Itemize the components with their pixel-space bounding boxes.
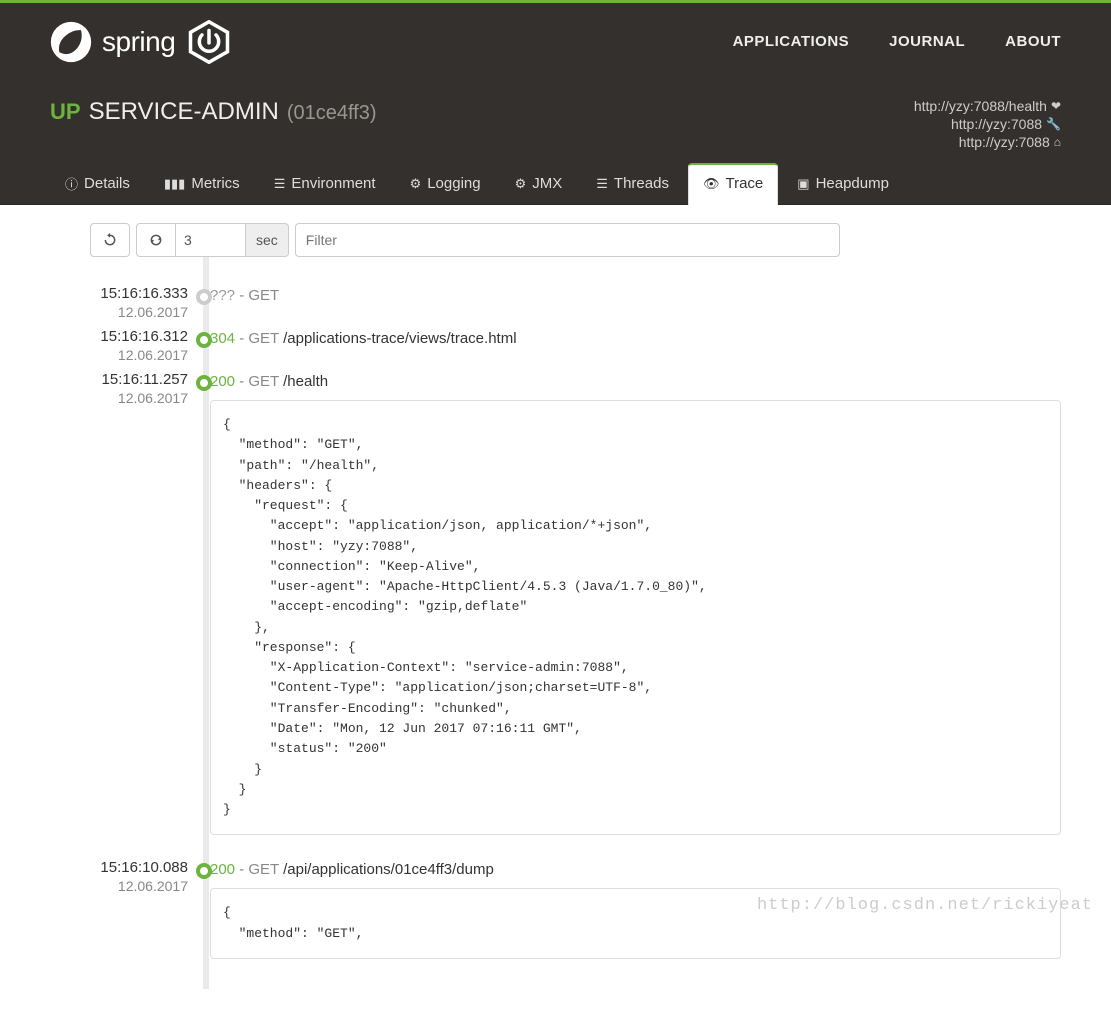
content: sec 15:16:16.33312.06.2017??? - GET15:16… bbox=[0, 205, 1111, 1015]
trace-path: /applications-trace/views/trace.html bbox=[283, 330, 516, 347]
trace-time: 15:16:11.257 bbox=[88, 371, 188, 388]
tab-details[interactable]: ⓘDetails bbox=[50, 163, 145, 205]
timeline-dot bbox=[196, 332, 212, 348]
trace-status: 200 bbox=[210, 373, 235, 390]
trace-time: 15:16:16.312 bbox=[88, 328, 188, 345]
trace-date: 12.06.2017 bbox=[88, 878, 188, 894]
threads-icon: ☰ bbox=[596, 176, 608, 192]
controls: sec bbox=[90, 223, 1061, 257]
cubes-icon: ▣ bbox=[797, 176, 809, 192]
trace-summary[interactable]: 304 - GET /applications-trace/views/trac… bbox=[210, 330, 1061, 347]
service-line: UP SERVICE-ADMIN (01ce4ff3) bbox=[50, 98, 377, 126]
url-service[interactable]: http://yzy:7088 🔧 bbox=[914, 116, 1061, 132]
tab-threads[interactable]: ☰Threads bbox=[581, 163, 684, 205]
url-health[interactable]: http://yzy:7088/health ❤ bbox=[914, 98, 1061, 114]
trace-method: - GET bbox=[235, 287, 279, 304]
trace-method: - GET bbox=[235, 373, 279, 390]
wrench-icon: 🔧 bbox=[1046, 117, 1061, 131]
trace-entry: 15:16:16.31212.06.2017304 - GET /applica… bbox=[210, 330, 1061, 347]
tab-environment[interactable]: ☰Environment bbox=[259, 163, 391, 205]
power-icon bbox=[187, 20, 231, 64]
trace-path: /health bbox=[283, 373, 328, 390]
logo-section: spring bbox=[50, 20, 231, 64]
instance-urls: http://yzy:7088/health ❤ http://yzy:7088… bbox=[914, 98, 1061, 152]
timeline: 15:16:16.33312.06.2017??? - GET15:16:16.… bbox=[90, 287, 1061, 959]
tab-metrics[interactable]: ▮▮▮Metrics bbox=[149, 163, 255, 205]
time-col: 15:16:16.312 12.06.2017 bbox=[88, 328, 188, 363]
top-bar: spring APPLICATIONS JOURNAL ABOUT bbox=[0, 3, 1111, 80]
trace-summary[interactable]: 200 - GET /api/applications/01ce4ff3/dum… bbox=[210, 861, 1061, 878]
watermark: http://blog.csdn.net/rickiyeat bbox=[757, 896, 1093, 915]
power-button[interactable] bbox=[187, 20, 231, 64]
service-id: (01ce4ff3) bbox=[287, 102, 377, 125]
tab-heapdump[interactable]: ▣Heapdump bbox=[782, 163, 904, 205]
nav-journal[interactable]: JOURNAL bbox=[889, 33, 965, 50]
nav-links: APPLICATIONS JOURNAL ABOUT bbox=[733, 33, 1061, 50]
trace-detail: { "method": "GET", "path": "/health", "h… bbox=[210, 400, 1061, 835]
time-col: 15:16:16.333 12.06.2017 bbox=[88, 285, 188, 320]
timeline-dot bbox=[196, 375, 212, 391]
trace-summary[interactable]: 200 - GET /health bbox=[210, 373, 1061, 390]
trace-summary[interactable]: ??? - GET bbox=[210, 287, 1061, 304]
trace-path: /api/applications/01ce4ff3/dump bbox=[283, 861, 494, 878]
bar-chart-icon: ▮▮▮ bbox=[164, 176, 185, 192]
filter-input[interactable] bbox=[295, 223, 840, 257]
cogs-icon: ⚙ bbox=[515, 176, 527, 192]
trace-date: 12.06.2017 bbox=[88, 347, 188, 363]
nav-applications[interactable]: APPLICATIONS bbox=[733, 33, 850, 50]
list-icon: ☰ bbox=[274, 176, 286, 192]
spring-logo[interactable]: spring bbox=[50, 21, 175, 63]
time-col: 15:16:11.257 12.06.2017 bbox=[88, 371, 188, 406]
auto-refresh-button[interactable] bbox=[136, 223, 176, 257]
trace-date: 12.06.2017 bbox=[88, 304, 188, 320]
trace-method: - GET bbox=[235, 861, 279, 878]
trace-status: 200 bbox=[210, 861, 235, 878]
info-icon: ⓘ bbox=[65, 174, 78, 193]
eye-icon: 👁 bbox=[703, 176, 720, 192]
trace-entry: 15:16:11.25712.06.2017200 - GET /health{… bbox=[210, 373, 1061, 835]
trace-status: 304 bbox=[210, 330, 235, 347]
sec-label: sec bbox=[246, 223, 289, 257]
service-name: SERVICE-ADMIN bbox=[89, 98, 279, 126]
sync-icon bbox=[149, 233, 163, 247]
refresh-button[interactable] bbox=[90, 223, 130, 257]
spring-leaf-icon bbox=[50, 21, 92, 63]
refresh-icon bbox=[103, 233, 117, 247]
tab-trace[interactable]: 👁Trace bbox=[688, 163, 778, 205]
trace-time: 15:16:16.333 bbox=[88, 285, 188, 302]
tab-bar: ⓘDetails ▮▮▮Metrics ☰Environment ⚙Loggin… bbox=[0, 162, 1111, 205]
trace-method: - GET bbox=[235, 330, 279, 347]
instance-header: UP SERVICE-ADMIN (01ce4ff3) http://yzy:7… bbox=[0, 80, 1111, 162]
tab-logging[interactable]: ⚙Logging bbox=[395, 163, 496, 205]
trace-time: 15:16:10.088 bbox=[88, 859, 188, 876]
home-icon: ⌂ bbox=[1054, 135, 1061, 149]
timeline-dot bbox=[196, 289, 212, 305]
time-col: 15:16:10.088 12.06.2017 bbox=[88, 859, 188, 894]
sliders-icon: ⚙ bbox=[410, 176, 422, 192]
heartbeat-icon: ❤ bbox=[1051, 99, 1061, 113]
url-home[interactable]: http://yzy:7088 ⌂ bbox=[914, 134, 1061, 150]
interval-input[interactable] bbox=[176, 223, 246, 257]
status-badge: UP bbox=[50, 99, 81, 125]
trace-status: ??? bbox=[210, 287, 235, 304]
tab-jmx[interactable]: ⚙JMX bbox=[500, 163, 578, 205]
nav-about[interactable]: ABOUT bbox=[1005, 33, 1061, 50]
trace-entry: 15:16:16.33312.06.2017??? - GET bbox=[210, 287, 1061, 304]
brand-text: spring bbox=[102, 26, 175, 58]
trace-date: 12.06.2017 bbox=[88, 390, 188, 406]
